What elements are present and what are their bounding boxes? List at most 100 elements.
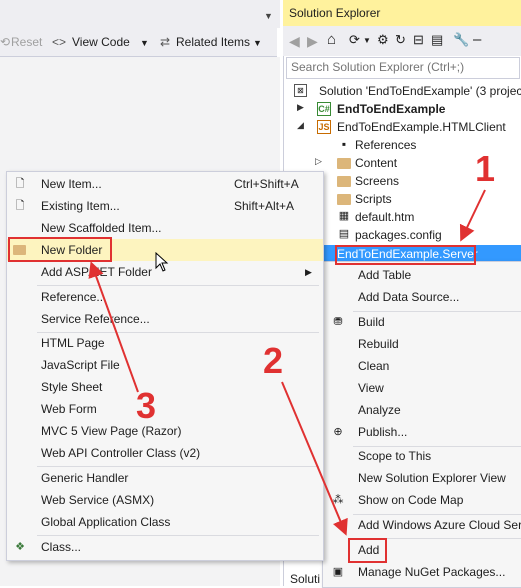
code-map-icon: ⁂ [332, 494, 344, 506]
solution-icon: ⊠ [294, 84, 307, 97]
tree-item-htmlclient[interactable]: ◢ JS EndToEndExample.HTMLClient [283, 118, 521, 136]
pending-changes-icon[interactable]: ⚙ [377, 32, 389, 48]
menu-item-label: Web Service (ASMX) [41, 493, 155, 507]
reset-icon: ⟲ [0, 35, 11, 49]
menu-item-label: HTML Page [41, 336, 105, 350]
menu-item-web-api-controller[interactable]: Web API Controller Class (v2) [7, 442, 323, 464]
menu-item-label: Add Table [358, 268, 412, 282]
menu-item-add-azure[interactable]: Add Windows Azure Cloud Ser [323, 514, 521, 536]
more-icon[interactable]: – [473, 31, 481, 48]
menu-item-label: New Solution Explorer View [358, 471, 506, 485]
menu-item-label: View [358, 381, 384, 395]
menu-item-label: Existing Item... [41, 199, 120, 213]
menu-item-label: Web Form [41, 402, 97, 416]
menu-item-rebuild[interactable]: Rebuild [323, 333, 521, 355]
menu-item-reference[interactable]: Reference... [7, 286, 323, 308]
menu-item-label: Analyze [358, 403, 401, 417]
back-icon[interactable]: ◀ [289, 33, 300, 50]
menu-item-class[interactable]: ❖ Class... [7, 536, 323, 558]
menu-item-label: Add Windows Azure Cloud Ser [358, 518, 521, 532]
menu-item-manage-nuget[interactable]: ▣ Manage NuGet Packages... [323, 561, 521, 583]
expand-arrow-icon[interactable]: ▷ [315, 156, 322, 167]
expand-arrow-icon[interactable]: ▶ [297, 102, 304, 113]
mouse-cursor-icon [155, 252, 169, 272]
menu-item-label: Global Application Class [41, 515, 171, 529]
refresh-icon[interactable]: ↻ [395, 32, 406, 48]
solution-explorer-tab-cut[interactable]: Soluti [290, 572, 320, 586]
folder-icon [337, 176, 351, 187]
menu-item-label: MVC 5 View Page (Razor) [41, 424, 182, 438]
menu-item-new-se-view[interactable]: New Solution Explorer View [323, 467, 521, 489]
menu-item-build[interactable]: ⛃ Build [323, 311, 521, 333]
highlight-add-item [348, 538, 387, 563]
reset-button[interactable]: Reset [11, 35, 42, 49]
collapse-all-icon[interactable]: ⊟ [413, 32, 424, 48]
menu-item-add-table[interactable]: Add Table [323, 264, 521, 286]
tree-item-solution[interactable]: ⊠ Solution 'EndToEndExample' (3 projec [283, 82, 521, 100]
code-icon: <> [52, 35, 67, 49]
properties-icon[interactable]: 🔧 [453, 32, 469, 48]
menu-item-service-reference[interactable]: Service Reference... [7, 308, 323, 330]
highlight-new-folder [8, 237, 112, 262]
sync-icon[interactable]: ⟳ [349, 32, 360, 48]
html-file-icon: ▦ [338, 210, 350, 222]
view-code-button[interactable]: View Code [72, 35, 130, 49]
tree-item-endtoendexample[interactable]: ▶ C# EndToEndExample [283, 100, 521, 118]
menu-item-existing-item[interactable]: 🗋 Existing Item... Shift+Alt+A [7, 195, 323, 217]
forward-icon[interactable]: ▶ [307, 33, 318, 50]
csharp-project-icon: C# [317, 102, 331, 116]
menu-item-label: Add Data Source... [358, 290, 460, 304]
menu-item-publish[interactable]: ⊕ Publish... [323, 421, 521, 443]
menu-item-label: Clean [358, 359, 390, 373]
solution-explorer-search[interactable] [286, 57, 520, 79]
menu-item-mvc-view-page[interactable]: MVC 5 View Page (Razor) [7, 420, 323, 442]
menu-item-scope-to-this[interactable]: Scope to This [323, 445, 521, 467]
solution-explorer-toolbar: ◀ ▶ ⌂ ⟳ ▼ ⚙ ↻ ⊟ ▤ 🔧 – [283, 26, 521, 56]
sync-dropdown-icon[interactable]: ▼ [363, 36, 371, 45]
annotation-step-2: 2 [263, 340, 284, 381]
tree-label: References [355, 138, 417, 152]
menu-item-label: Manage NuGet Packages... [358, 565, 506, 579]
highlight-server-project [335, 245, 476, 265]
dropdown-arrow-icon[interactable]: ▼ [140, 38, 149, 48]
menu-item-label: Web API Controller Class (v2) [41, 446, 201, 460]
folder-icon [337, 158, 351, 169]
menu-item-view[interactable]: View [323, 377, 521, 399]
tree-label: Scripts [355, 192, 392, 206]
js-project-icon: JS [317, 120, 331, 134]
config-file-icon: ▤ [338, 228, 350, 240]
menu-item-new-scaffolded-item[interactable]: New Scaffolded Item... [7, 217, 323, 239]
related-items-icon: ⇄ [160, 35, 171, 49]
solution-explorer-titlebar: Solution Explorer [283, 0, 521, 26]
search-input[interactable] [287, 58, 491, 76]
tree-label: Screens [355, 174, 400, 188]
references-icon: ▪ [341, 137, 347, 151]
tree-label: Solution 'EndToEndExample' (3 projec [319, 84, 521, 98]
collapse-arrow-icon[interactable]: ◢ [297, 120, 304, 131]
nuget-icon: ▣ [332, 566, 344, 578]
related-items-button[interactable]: Related Items [176, 35, 250, 49]
editor-toolbar: ⟲ Reset <> View Code ▼ ⇄ Related Items ▼ [0, 28, 277, 57]
shortcut-label: Ctrl+Shift+A [234, 177, 299, 191]
annotation-step-1: 1 [475, 148, 496, 189]
class-icon: ❖ [15, 541, 25, 553]
show-all-files-icon[interactable]: ▤ [431, 32, 443, 48]
menu-item-global-app-class[interactable]: Global Application Class [7, 511, 323, 533]
menu-item-web-form[interactable]: Web Form [7, 398, 323, 420]
menu-item-label: JavaScript File [41, 358, 120, 372]
related-items-dropdown-icon[interactable]: ▼ [253, 38, 262, 48]
menu-item-label: Reference... [41, 290, 107, 304]
menu-item-label: Generic Handler [41, 471, 129, 485]
menu-item-label: Publish... [358, 425, 408, 439]
menu-item-label: Show on Code Map [358, 493, 464, 507]
menu-item-generic-handler[interactable]: Generic Handler [7, 467, 323, 489]
menu-item-show-on-code-map[interactable]: ⁂ Show on Code Map [323, 489, 521, 511]
tab-overflow-icon[interactable]: ▼ [264, 11, 273, 21]
menu-item-web-service[interactable]: Web Service (ASMX) [7, 489, 323, 511]
menu-item-analyze[interactable]: Analyze [323, 399, 521, 421]
home-icon[interactable]: ⌂ [327, 31, 336, 48]
menu-item-add-data-source[interactable]: Add Data Source... [323, 286, 521, 308]
menu-item-clean[interactable]: Clean [323, 355, 521, 377]
menu-item-new-item[interactable]: 🗋 New Item... Ctrl+Shift+A [7, 173, 323, 195]
tree-label: EndToEndExample [337, 102, 446, 116]
